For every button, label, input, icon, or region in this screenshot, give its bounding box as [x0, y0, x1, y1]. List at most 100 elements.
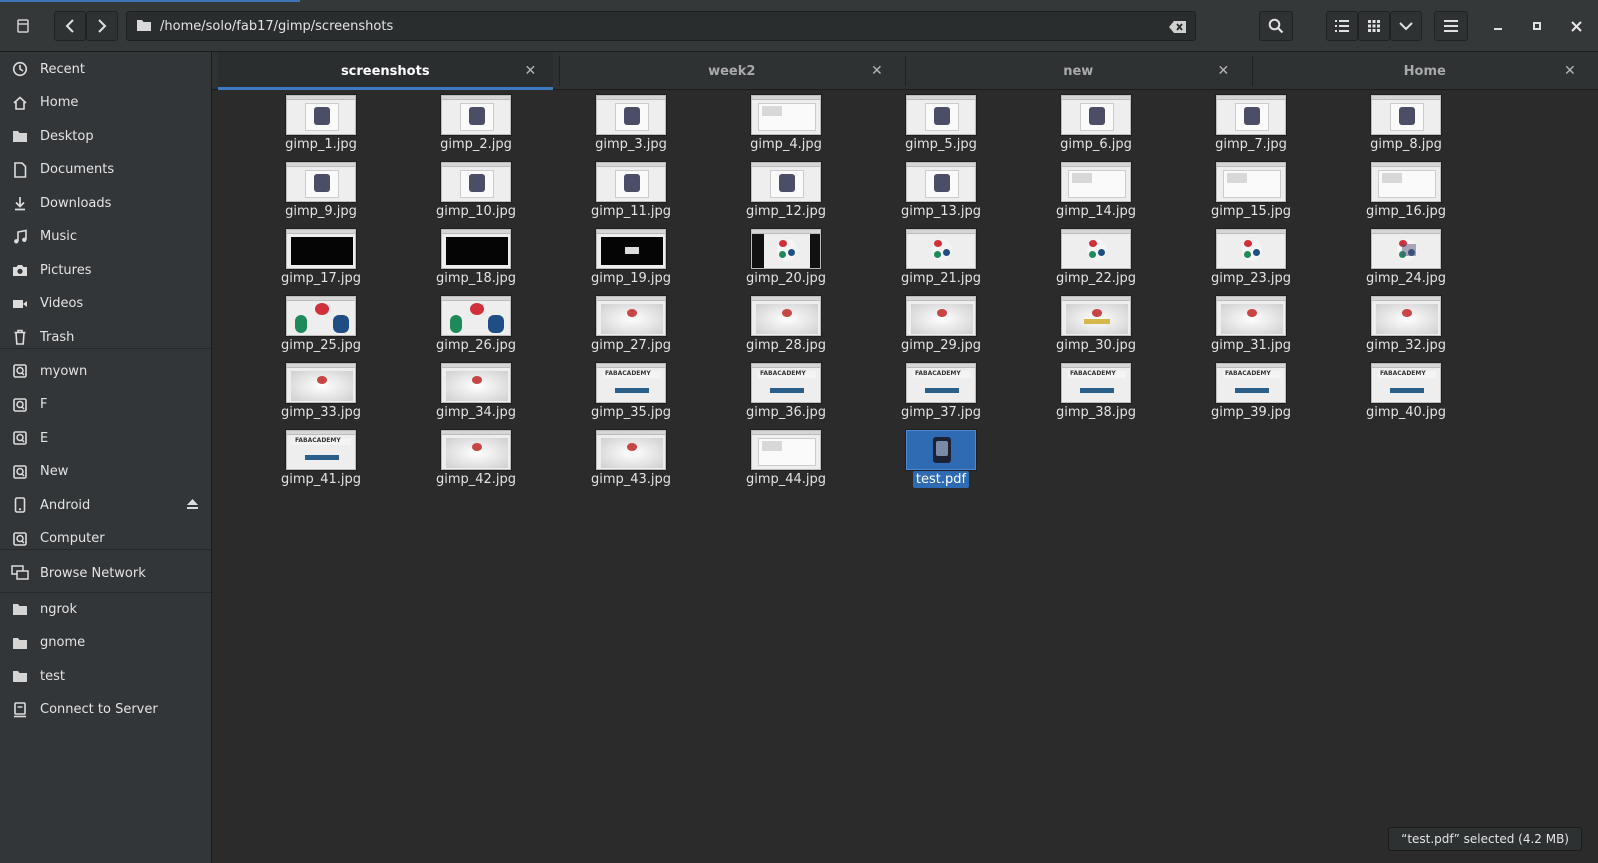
- close-button[interactable]: [1561, 11, 1591, 41]
- location-bar[interactable]: /home/solo/fab17/gimp/screenshots: [126, 11, 1196, 41]
- file-name: gimp_44.jpg: [745, 472, 827, 487]
- sidebar-item-documents[interactable]: Documents: [0, 155, 211, 185]
- file-icon-view[interactable]: “test.pdf” selected (4.2 MB) gimp_1.jpg g…: [212, 90, 1598, 863]
- tab-close-icon[interactable]: ✕: [871, 64, 883, 78]
- image-thumbnail: [286, 162, 356, 202]
- file-item[interactable]: gimp_17.jpg: [246, 224, 394, 290]
- sidebar-item-computer[interactable]: Computer: [0, 524, 211, 554]
- file-item[interactable]: gimp_5.jpg: [866, 90, 1014, 156]
- file-item[interactable]: gimp_24.jpg: [1331, 224, 1479, 290]
- file-item[interactable]: gimp_27.jpg: [556, 291, 704, 357]
- file-item[interactable]: gimp_43.jpg: [556, 425, 704, 491]
- file-item[interactable]: gimp_2.jpg: [401, 90, 549, 156]
- location-path[interactable]: /home/solo/fab17/gimp/screenshots: [160, 19, 393, 34]
- file-item[interactable]: FABACADEMY gimp_41.jpg: [246, 425, 394, 491]
- tab-screenshots[interactable]: screenshots: [218, 52, 553, 90]
- file-item[interactable]: gimp_13.jpg: [866, 157, 1014, 223]
- file-item[interactable]: FABACADEMY gimp_37.jpg: [866, 358, 1014, 424]
- sidebar-item-pictures[interactable]: Pictures: [0, 255, 211, 285]
- file-name-container: gimp_13.jpg: [866, 204, 1016, 219]
- list-view-button[interactable]: [1326, 11, 1358, 41]
- sidebar-item-videos[interactable]: Videos: [0, 289, 211, 319]
- file-item[interactable]: gimp_11.jpg: [556, 157, 704, 223]
- file-item[interactable]: gimp_42.jpg: [401, 425, 549, 491]
- file-item[interactable]: gimp_32.jpg: [1331, 291, 1479, 357]
- sidebar-item-test[interactable]: test: [0, 661, 211, 691]
- file-item[interactable]: gimp_34.jpg: [401, 358, 549, 424]
- file-item[interactable]: gimp_44.jpg: [711, 425, 859, 491]
- file-item[interactable]: gimp_33.jpg: [246, 358, 394, 424]
- file-item[interactable]: gimp_8.jpg: [1331, 90, 1479, 156]
- search-button[interactable]: [1259, 11, 1293, 41]
- file-item[interactable]: gimp_10.jpg: [401, 157, 549, 223]
- sidebar-item-android[interactable]: Android: [0, 490, 211, 520]
- sidebar-item-ngrok[interactable]: ngrok: [0, 594, 211, 624]
- file-item[interactable]: FABACADEMY gimp_40.jpg: [1331, 358, 1479, 424]
- file-name-container: gimp_7.jpg: [1176, 137, 1326, 152]
- sidebar-item-home[interactable]: Home: [0, 88, 211, 118]
- file-item[interactable]: gimp_20.jpg: [711, 224, 859, 290]
- file-item[interactable]: FABACADEMY gimp_38.jpg: [1021, 358, 1169, 424]
- file-item[interactable]: gimp_4.jpg: [711, 90, 859, 156]
- sidebar-item-music[interactable]: Music: [0, 222, 211, 252]
- sidebar-item-browse-network[interactable]: Browse Network: [0, 558, 211, 588]
- file-item[interactable]: gimp_26.jpg: [401, 291, 549, 357]
- view-options-button[interactable]: [1390, 11, 1422, 41]
- eject-icon[interactable]: [186, 498, 199, 514]
- image-thumbnail: FABACADEMY: [596, 363, 666, 403]
- file-item[interactable]: gimp_6.jpg: [1021, 90, 1169, 156]
- file-item[interactable]: gimp_3.jpg: [556, 90, 704, 156]
- file-item[interactable]: gimp_21.jpg: [866, 224, 1014, 290]
- grid-view-button[interactable]: [1358, 11, 1390, 41]
- file-item[interactable]: gimp_19.jpg: [556, 224, 704, 290]
- file-item[interactable]: gimp_29.jpg: [866, 291, 1014, 357]
- file-item[interactable]: gimp_22.jpg: [1021, 224, 1169, 290]
- tab-close-icon[interactable]: ✕: [1564, 64, 1576, 78]
- file-item[interactable]: gimp_14.jpg: [1021, 157, 1169, 223]
- back-button[interactable]: [54, 11, 86, 41]
- file-item[interactable]: FABACADEMY gimp_36.jpg: [711, 358, 859, 424]
- file-name: gimp_34.jpg: [435, 405, 517, 420]
- image-thumbnail: FABACADEMY: [906, 363, 976, 403]
- network-icon: [0, 565, 40, 581]
- file-item[interactable]: gimp_7.jpg: [1176, 90, 1324, 156]
- file-item[interactable]: gimp_18.jpg: [401, 224, 549, 290]
- sidebar-item-recent[interactable]: Recent: [0, 54, 211, 84]
- sidebar-item-myown[interactable]: myown: [0, 356, 211, 386]
- file-item[interactable]: gimp_25.jpg: [246, 291, 394, 357]
- sidebar-item-trash[interactable]: Trash: [0, 322, 211, 352]
- tab-close-icon[interactable]: ✕: [1218, 64, 1230, 78]
- forward-button[interactable]: [86, 11, 118, 41]
- file-item[interactable]: gimp_31.jpg: [1176, 291, 1324, 357]
- file-item[interactable]: gimp_1.jpg: [246, 90, 394, 156]
- file-item[interactable]: gimp_15.jpg: [1176, 157, 1324, 223]
- file-item[interactable]: FABACADEMY gimp_39.jpg: [1176, 358, 1324, 424]
- file-item[interactable]: FABACADEMY gimp_35.jpg: [556, 358, 704, 424]
- tab-close-icon[interactable]: ✕: [525, 64, 537, 78]
- file-item[interactable]: gimp_30.jpg: [1021, 291, 1169, 357]
- sidebar-item-e[interactable]: E: [0, 423, 211, 453]
- image-thumbnail: [1061, 296, 1131, 336]
- tab-home[interactable]: Home: [1258, 52, 1593, 90]
- minimize-button[interactable]: [1483, 11, 1513, 41]
- sidebar-item-gnome[interactable]: gnome: [0, 628, 211, 658]
- file-item[interactable]: gimp_16.jpg: [1331, 157, 1479, 223]
- file-item[interactable]: gimp_28.jpg: [711, 291, 859, 357]
- sidebar-item-new[interactable]: New: [0, 457, 211, 487]
- file-item[interactable]: gimp_23.jpg: [1176, 224, 1324, 290]
- file-item[interactable]: gimp_12.jpg: [711, 157, 859, 223]
- maximize-button[interactable]: [1522, 11, 1552, 41]
- grid-view-icon: [1368, 20, 1380, 32]
- tab-week2[interactable]: week2: [565, 52, 900, 90]
- sidebar-item-connect-to-server[interactable]: Connect to Server: [0, 695, 211, 725]
- file-item[interactable]: gimp_9.jpg: [246, 157, 394, 223]
- sidebar-item-f[interactable]: F: [0, 390, 211, 420]
- file-item-selected[interactable]: test.pdf: [866, 425, 1014, 491]
- menu-button[interactable]: [1434, 11, 1468, 41]
- file-name-container: gimp_25.jpg: [246, 338, 396, 353]
- tab-new[interactable]: new: [911, 52, 1246, 90]
- clear-icon[interactable]: [1169, 19, 1187, 38]
- sidebar-item-desktop[interactable]: Desktop: [0, 121, 211, 151]
- sidebar-item-downloads[interactable]: Downloads: [0, 188, 211, 218]
- files-app-icon[interactable]: [10, 11, 36, 41]
